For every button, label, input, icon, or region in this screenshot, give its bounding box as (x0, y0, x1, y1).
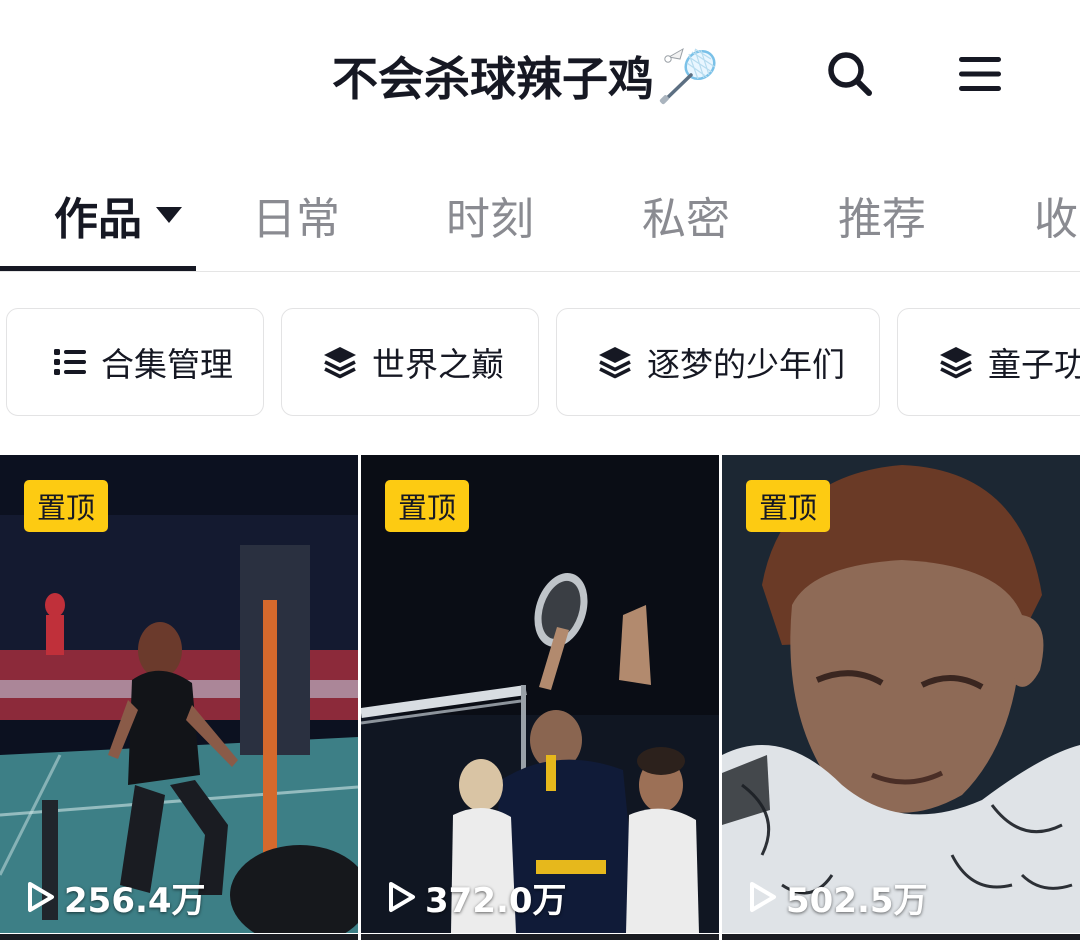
collection-chip[interactable]: 世界之巅 (281, 308, 539, 416)
pinned-badge: 置顶 (385, 480, 470, 532)
tab-daily[interactable]: 日常 (252, 160, 340, 270)
menu-button[interactable] (950, 44, 1010, 104)
video-grid: 置顶 256.4万 置顶 372.0万 置顶 502.5万 (0, 455, 1080, 940)
tab-moments[interactable]: 时刻 (446, 160, 534, 270)
tab-private[interactable]: 私密 (642, 160, 730, 270)
tab-favorites[interactable]: 收 (1034, 160, 1078, 270)
pinned-badge: 置顶 (746, 480, 831, 532)
chip-label: 童子功 (988, 345, 1080, 384)
pinned-badge: 置顶 (24, 480, 109, 532)
menu-icon (959, 57, 1001, 91)
layers-icon (599, 347, 631, 379)
next-row-thumbnail-edge (722, 934, 1080, 940)
layers-icon (324, 347, 356, 379)
profile-name: 不会杀球辣子鸡 (332, 52, 654, 106)
tab-label: 时刻 (446, 194, 534, 245)
play-outline-icon (750, 882, 776, 912)
collection-manage-button[interactable]: 合集管理 (6, 308, 264, 416)
tab-label: 日常 (252, 194, 340, 245)
tab-works[interactable]: 作品 (54, 160, 182, 270)
profile-header: 不会杀球辣子鸡 (0, 0, 1080, 150)
play-count: 256.4万 (22, 871, 206, 923)
search-button[interactable] (820, 44, 880, 104)
layers-icon (940, 347, 972, 379)
badminton-emoji-icon (659, 47, 716, 105)
content-tabs: 作品 日常 时刻 私密 推荐 收 (0, 160, 1080, 272)
collection-chip[interactable]: 逐梦的少年们 (556, 308, 880, 416)
chip-label: 世界之巅 (372, 345, 504, 384)
play-count-value: 256.4万 (64, 880, 206, 921)
play-outline-icon (28, 882, 54, 912)
next-row-thumbnail-edge (361, 934, 719, 940)
active-tab-indicator (0, 266, 196, 271)
video-thumbnail[interactable]: 置顶 372.0万 (361, 455, 719, 933)
play-count-value: 372.0万 (425, 880, 567, 921)
play-count-value: 502.5万 (786, 880, 928, 921)
chip-label: 逐梦的少年们 (647, 345, 845, 384)
play-outline-icon (389, 882, 415, 912)
collections-row: 合集管理 世界之巅 逐梦的少年们 童子功 (0, 308, 1080, 416)
profile-title: 不会杀球辣子鸡 (332, 44, 720, 108)
caret-down-icon (156, 207, 182, 223)
play-count: 502.5万 (744, 871, 928, 923)
chip-label: 合集管理 (101, 345, 233, 384)
next-row-thumbnail-edge (0, 934, 358, 940)
list-icon (54, 349, 86, 375)
tab-label: 收 (1034, 194, 1078, 245)
tab-label: 私密 (642, 194, 730, 245)
search-icon (828, 52, 872, 96)
video-thumbnail[interactable]: 置顶 256.4万 (0, 455, 358, 933)
tab-recommended[interactable]: 推荐 (838, 160, 926, 270)
tab-label: 推荐 (838, 194, 926, 245)
tab-label: 作品 (54, 194, 142, 245)
collection-chip[interactable]: 童子功 (897, 308, 1080, 416)
video-thumbnail[interactable]: 置顶 502.5万 (722, 455, 1080, 933)
play-count: 372.0万 (383, 871, 567, 923)
